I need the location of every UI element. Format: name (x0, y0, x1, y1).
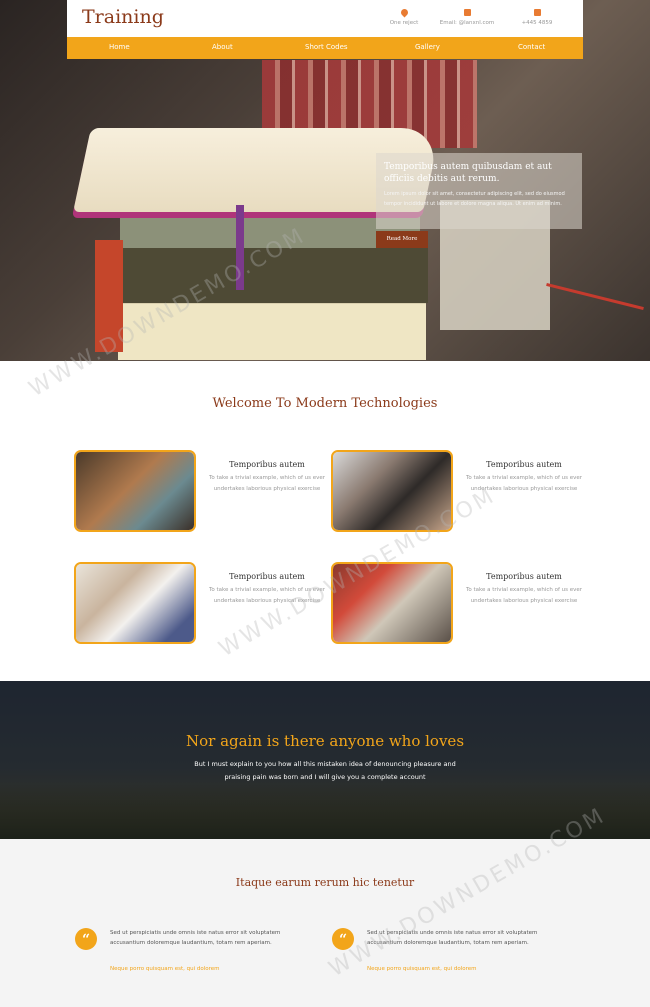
contact-address: One reject (374, 7, 434, 26)
feature-card: Temporibus autem To take a trivial examp… (74, 562, 334, 647)
book-image (95, 240, 123, 352)
quote-icon: “ (75, 928, 97, 950)
phone-icon (533, 9, 541, 16)
contact-address-text: One reject (389, 20, 419, 26)
bookmark-tassel (236, 205, 244, 290)
feature-card: Temporibus autem To take a trivial examp… (331, 562, 591, 647)
feature-title: Temporibus autem (486, 572, 562, 581)
map-pin-icon (399, 7, 409, 18)
contact-email: Email: @lanxnl.com (437, 9, 497, 26)
feature-photo (331, 562, 453, 644)
feature-title: Temporibus autem (486, 460, 562, 469)
feature-text: Temporibus autem To take a trivial examp… (199, 572, 335, 607)
feature-title: Temporibus autem (229, 572, 305, 581)
feature-photo (74, 450, 196, 532)
students-group-image (333, 452, 451, 530)
contact-phone: +445 4859 (507, 9, 567, 26)
feature-photo (331, 450, 453, 532)
nav-item-gallery[interactable]: Gallery (415, 43, 440, 51)
red-ribbon (546, 282, 644, 311)
feature-card: Temporibus autem To take a trivial examp… (331, 450, 591, 535)
testimonial-text: Sed ut perspiciatis unde omnis iste natu… (110, 930, 281, 946)
read-more-button[interactable]: Read More (376, 231, 428, 248)
main-nav: Home About Short Codes Gallery Contact (67, 37, 583, 59)
student-crowd-image (333, 564, 451, 642)
header: Training One reject Email: @lanxnl.com +… (67, 0, 583, 37)
feature-text: Temporibus autem To take a trivial examp… (456, 572, 592, 607)
quote-icon: “ (332, 928, 354, 950)
testimonial-author[interactable]: Neque porro quisquam est, qui dolorem (110, 966, 220, 972)
welcome-title: Welcome To Modern Technologies (212, 396, 438, 411)
feature-text: Temporibus autem To take a trivial examp… (456, 460, 592, 495)
hero-caption: Temporibus autem quibusdam et aut offici… (376, 153, 582, 229)
feature-desc: To take a trivial example, which of us e… (465, 587, 583, 604)
feature-desc: To take a trivial example, which of us e… (208, 587, 326, 604)
nav-item-home[interactable]: Home (109, 43, 130, 51)
contact-phone-text: +445 4859 (521, 20, 553, 26)
contact-email-text[interactable]: Email: @lanxnl.com (440, 20, 495, 26)
banner-title: Nor again is there anyone who loves (185, 732, 465, 750)
hero-caption-text: Lorem ipsum dolor sit amet, consectetur … (384, 191, 565, 207)
testimonial-text: Sed ut perspiciatis unde omnis iste natu… (367, 930, 538, 946)
feature-photo (74, 562, 196, 644)
students-reading-image (76, 564, 194, 642)
feature-desc: To take a trivial example, which of us e… (208, 475, 326, 492)
feature-desc: To take a trivial example, which of us e… (465, 475, 583, 492)
trees-silhouette (0, 784, 650, 839)
testimonials-section (0, 839, 650, 1007)
nav-item-short-codes[interactable]: Short Codes (305, 43, 348, 51)
hero-caption-title: Temporibus autem quibusdam et aut offici… (384, 162, 552, 184)
book-image (118, 300, 426, 360)
nav-item-about[interactable]: About (212, 43, 233, 51)
testimonial-author[interactable]: Neque porro quisquam est, qui dolorem (367, 966, 477, 972)
feature-text: Temporibus autem To take a trivial examp… (199, 460, 335, 495)
nav-item-contact[interactable]: Contact (518, 43, 545, 51)
students-studying-image (76, 452, 194, 530)
banner-text: But I must explain to you how all this m… (194, 760, 456, 781)
feature-title: Temporibus autem (229, 460, 305, 469)
testimonials-title: Itaque earum rerum hic tenetur (235, 876, 415, 889)
book-image (120, 210, 420, 248)
book-image (112, 245, 428, 303)
feature-card: Temporibus autem To take a trivial examp… (74, 450, 334, 535)
site-logo[interactable]: Training (82, 6, 164, 28)
envelope-icon (463, 9, 471, 16)
